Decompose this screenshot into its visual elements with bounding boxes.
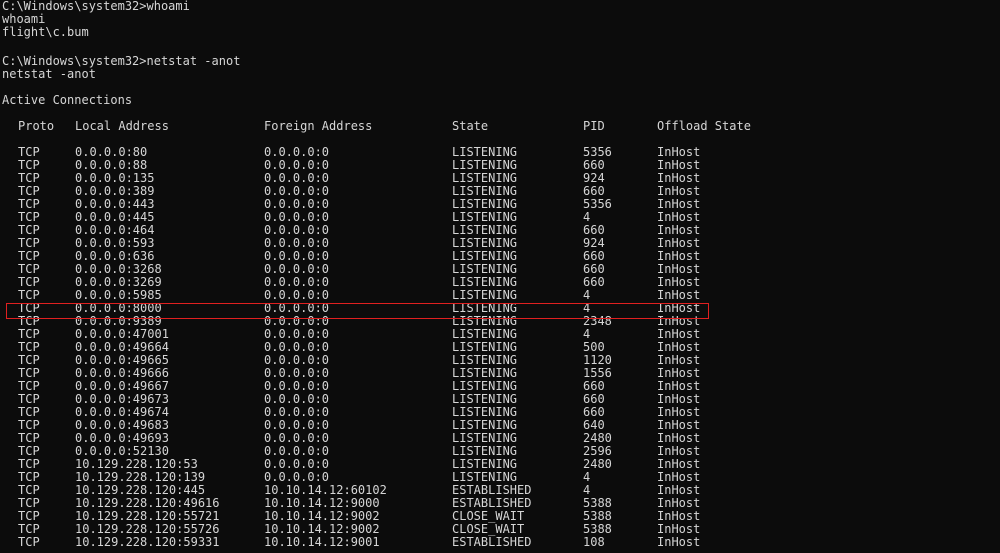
echo-netstat-line: netstat -anot [2,67,96,81]
terminal-window[interactable]: C:\Windows\system32>whoami whoami flight… [0,0,1000,553]
table-header: Proto Local Address Foreign Address Stat… [2,120,751,133]
header-local-address: Local Address [75,119,169,133]
active-connections-heading: Active Connections [2,93,133,107]
whoami-output-line: flight\c.bum [2,25,89,39]
header-pid: PID [583,119,605,133]
cell-local: 10.129.228.120:59331 [75,535,220,549]
cell-pid: 108 [583,535,605,549]
cell-offload: InHost [657,535,701,549]
header-state: State [452,119,489,133]
cell-state: ESTABLISHED [452,535,532,549]
header-foreign-address: Foreign Address [264,119,373,133]
header-offload-state: Offload State [657,119,751,133]
cell-foreign: 10.10.14.12:9001 [264,535,380,549]
cell-proto: TCP [18,535,40,549]
header-proto: Proto [18,119,55,133]
